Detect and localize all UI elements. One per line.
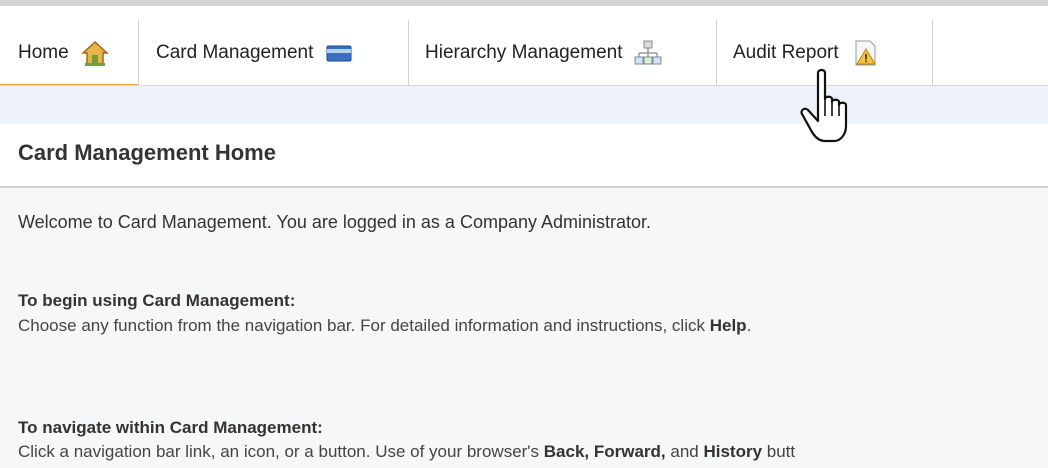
tab-separator bbox=[408, 20, 409, 86]
tab-separator bbox=[716, 20, 717, 86]
begin-heading: To begin using Card Management: bbox=[18, 291, 295, 311]
navigate-text: Click a navigation bar link, an icon, or… bbox=[18, 442, 544, 461]
welcome-message: Welcome to Card Management. You are logg… bbox=[18, 212, 652, 232]
history-keyword: History bbox=[703, 442, 763, 461]
navigate-and-text: and bbox=[665, 442, 704, 461]
begin-text-end: . bbox=[746, 316, 752, 335]
navigate-instructions: Click a navigation bar link, an icon, or… bbox=[18, 442, 795, 462]
sub-navigation-bar bbox=[0, 86, 1048, 124]
tab-card-management-label: Card Management bbox=[156, 42, 314, 63]
help-keyword: Help bbox=[709, 316, 747, 335]
begin-text: Choose any function from the navigation … bbox=[18, 316, 710, 335]
navigate-heading-text: To navigate within Card Management: bbox=[18, 418, 323, 437]
tab-audit-report-label: Audit Report bbox=[733, 42, 839, 63]
tab-separator bbox=[932, 20, 933, 86]
navigation-bar: Home Card Management Hierarchy Managemen… bbox=[0, 6, 1048, 87]
warning-icon bbox=[851, 39, 879, 67]
page-title: Card Management Home bbox=[18, 140, 276, 165]
tab-home-label: Home bbox=[18, 42, 69, 63]
home-icon bbox=[80, 39, 109, 67]
begin-instructions: Choose any function from the navigation … bbox=[18, 316, 751, 336]
tab-hierarchy-management[interactable]: Hierarchy Management bbox=[425, 20, 662, 86]
navigate-heading: To navigate within Card Management: bbox=[18, 418, 323, 438]
hand-pointer-cursor-icon bbox=[796, 68, 866, 148]
tab-separator bbox=[138, 20, 139, 86]
back-forward-keyword: Back, Forward, bbox=[543, 442, 666, 461]
tab-card-management[interactable]: Card Management bbox=[156, 20, 353, 86]
card-icon bbox=[325, 39, 353, 67]
begin-heading-text: To begin using Card Management: bbox=[18, 291, 296, 310]
tab-home[interactable]: Home bbox=[18, 20, 109, 86]
hierarchy-icon bbox=[634, 39, 662, 67]
tab-hierarchy-management-label: Hierarchy Management bbox=[425, 42, 623, 63]
navigate-text-end: butt bbox=[762, 442, 796, 461]
